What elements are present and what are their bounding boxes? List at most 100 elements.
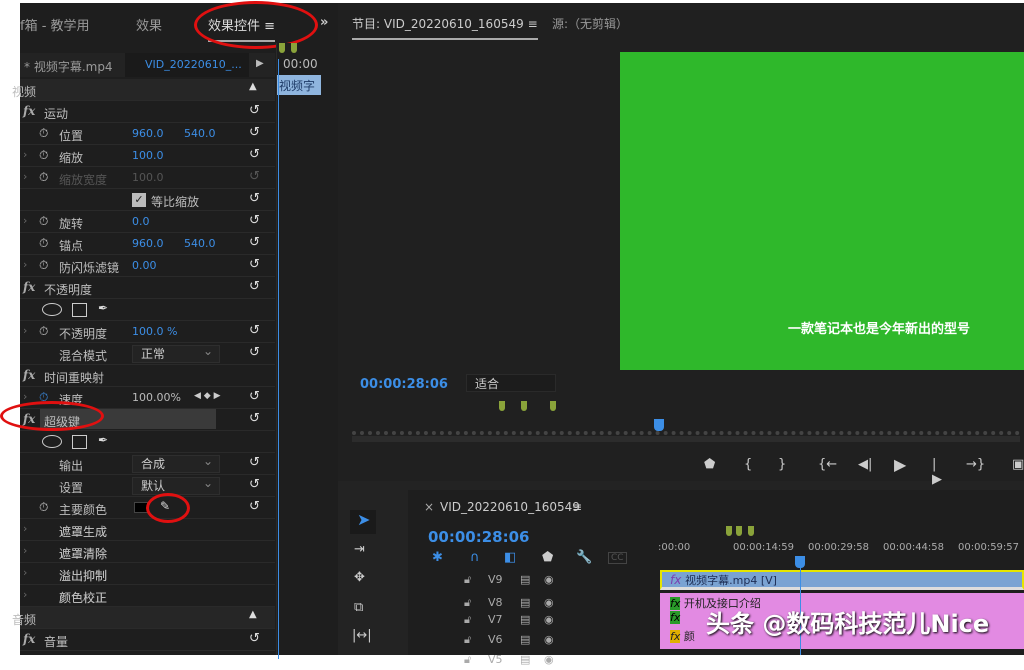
property-row[interactable]: 音频 ▲ [12,607,275,629]
time-ruler[interactable] [352,431,1020,435]
property-row[interactable]: ✒ [20,299,275,321]
overflow-icon[interactable]: » [320,15,328,30]
property-row[interactable]: › ⏱ 防闪烁滤镜 0.00 ↺ [20,255,275,277]
menu-icon[interactable]: ≡ [528,17,538,31]
fx-icon[interactable]: fx [23,368,35,382]
property-row[interactable]: ✒ [20,431,275,453]
stopwatch-icon[interactable]: ⏱ [39,214,48,229]
reset-icon[interactable]: ↺ [249,345,260,360]
property-row[interactable]: 遮罩生成 › 遮罩生成 [20,519,275,541]
reset-icon[interactable]: ↺ [249,235,260,250]
rectangle-mask-icon[interactable] [72,303,87,317]
export-frame-icon[interactable]: ▣ [1012,457,1024,472]
property-value[interactable]: 100.0 [132,149,164,162]
property-value[interactable]: 100.0 [132,171,164,184]
zoom-dropdown[interactable]: 适合 [466,374,556,392]
reset-icon[interactable]: ↺ [249,191,260,206]
sequence-tab[interactable]: VID_20220610_160549 [440,500,580,514]
property-row[interactable]: 溢出抑制 › 溢出抑制 [20,563,275,585]
mini-clip[interactable]: 视频字 [277,75,321,95]
magnet-icon[interactable]: ∩ [470,550,480,565]
reset-icon[interactable]: ↺ [249,455,260,470]
reset-icon[interactable]: ↺ [249,499,260,514]
clip-video-subtitle[interactable]: fx 视频字幕.mp4 [V] [660,570,1024,590]
property-value[interactable]: 960.0 [132,237,164,250]
expand-chevron-icon[interactable]: › [23,148,27,161]
property-row[interactable]: fx 音量 ↺ [20,629,275,651]
eye-icon[interactable]: ◉ [544,613,554,626]
property-dropdown[interactable]: 正常 [132,343,220,363]
go-to-in-icon[interactable]: {← [818,457,837,472]
add-marker-icon[interactable]: ⬟ [542,550,553,565]
stopwatch-icon[interactable]: ⏱ [39,236,48,251]
step-back-icon[interactable]: ◀| [858,457,872,472]
tab-source[interactable]: 源:（无剪辑） [552,15,628,32]
fx-icon[interactable]: fx [23,632,35,646]
linked-selection-icon[interactable]: ◧ [504,550,516,565]
pen-mask-icon[interactable]: ✒ [98,301,108,315]
sync-lock-icon[interactable]: ▤ [520,633,530,646]
reset-icon[interactable]: ↺ [249,147,260,162]
expand-chevron-icon[interactable]: › [23,214,27,227]
property-value[interactable]: 0.00 [132,259,157,272]
play-icon[interactable]: ▶ [894,455,906,474]
marker[interactable] [291,43,297,53]
stopwatch-icon[interactable]: ⏱ [39,500,48,515]
rectangle-mask-icon[interactable] [72,435,87,449]
track-header[interactable]: 🔓︎ V5 ▤ ◉ [408,650,658,670]
reset-icon[interactable]: ↺ [249,323,260,338]
expand-chevron-icon[interactable]: › [23,258,27,271]
playhead-timecode[interactable]: 00:00:28:06 [360,377,448,392]
lock-icon[interactable]: 🔓︎ [464,573,471,587]
collapse-icon[interactable]: ▲ [249,81,257,92]
property-value-2[interactable]: 540.0 [184,127,216,140]
property-row[interactable]: › ⏱ 缩放 100.0 ↺ [20,145,275,167]
track-header[interactable]: 🔓︎ V9 ▤ ◉ [408,570,658,590]
property-row[interactable]: 视频 ▲ [12,79,275,101]
reset-icon[interactable]: ↺ [249,477,260,492]
play-arrow-icon[interactable]: ▶ [256,58,264,69]
stopwatch-icon[interactable]: ⏱ [39,258,48,273]
sync-lock-icon[interactable]: ▤ [520,573,530,586]
captions-icon[interactable]: CC [608,552,627,564]
slip-tool-icon[interactable]: |↔| [352,628,372,643]
property-row[interactable]: fx 时间重映射 [20,365,275,387]
ripple-edit-tool-icon[interactable]: ✥ [354,570,365,585]
property-row[interactable]: › ⏱ 不透明度 100.0 % ↺ [20,321,275,343]
stopwatch-icon[interactable]: ⏱ [39,148,48,163]
reset-icon[interactable]: ↺ [249,279,260,294]
property-dropdown[interactable]: 合成 [132,453,220,473]
marker[interactable] [521,401,527,411]
marker[interactable] [748,526,754,536]
track-select-tool-icon[interactable]: ⇥ [354,542,365,557]
expand-chevron-icon[interactable]: › [23,170,27,183]
property-row[interactable]: 遮罩清除 › 遮罩清除 [20,541,275,563]
reset-icon[interactable]: ↺ [249,389,260,404]
property-value[interactable]: 100.00% [132,391,181,404]
pen-mask-icon[interactable]: ✒ [98,433,108,447]
tab-effects[interactable]: 效果 [136,15,162,34]
property-row[interactable]: fx 运动 ↺ [20,101,275,123]
property-value[interactable]: 960.0 [132,127,164,140]
playhead[interactable] [654,419,664,431]
razor-tool-icon[interactable]: ⧉ [354,600,363,615]
lock-icon[interactable]: 🔓︎ [464,596,471,610]
playhead[interactable] [795,556,805,568]
mark-in-icon[interactable]: { [744,457,752,472]
reset-icon[interactable]: ↺ [249,169,260,184]
wrench-icon[interactable]: 🔧 [576,550,592,565]
marker[interactable] [736,526,742,536]
property-row[interactable]: ⏱ 锚点 960.0 540.0 ↺ [20,233,275,255]
property-row[interactable]: fx 不透明度 ↺ [20,277,275,299]
sync-lock-icon[interactable]: ▤ [520,613,530,626]
selection-tool-icon[interactable]: ➤ [350,510,376,534]
stopwatch-icon[interactable]: ⏱ [39,324,48,339]
track-header[interactable]: 🔓︎ V7 ▤ ◉ [408,610,658,630]
reset-icon[interactable]: ↺ [249,103,260,118]
marker[interactable] [279,43,285,53]
marker[interactable] [726,526,732,536]
eye-icon[interactable]: ◉ [544,596,554,609]
playhead[interactable] [278,59,279,659]
menu-icon[interactable]: ≡ [572,500,582,514]
property-row[interactable]: 输出 合成 ↺ [20,453,275,475]
